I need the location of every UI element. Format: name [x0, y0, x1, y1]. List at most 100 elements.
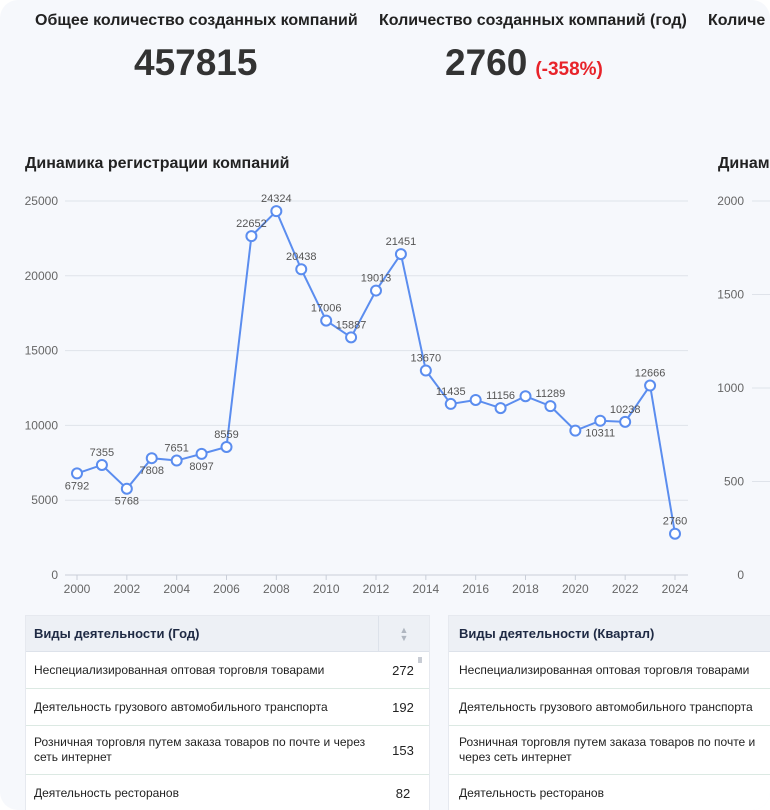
series-line — [76, 209, 676, 534]
table-row[interactable]: Розничная торговля путем заказа товаров … — [26, 726, 429, 775]
data-point — [71, 467, 83, 480]
data-label: 13670 — [411, 352, 442, 364]
x-tick-label: 2020 — [562, 582, 589, 596]
table-row[interactable]: Деятельность грузового автомобильного тр… — [449, 689, 770, 726]
data-label: 6792 — [65, 480, 89, 492]
activities-quarter-header: Виды деятельности (Квартал) — [449, 616, 770, 652]
activities-quarter-table: Виды деятельности (Квартал) Неспециализи… — [448, 615, 770, 810]
data-point — [469, 393, 482, 406]
data-label: 11156 — [486, 390, 515, 402]
table-row[interactable]: Розничная торговля путем заказа товаров … — [449, 726, 770, 775]
x-tick-label: 2010 — [313, 582, 340, 596]
data-point — [270, 205, 283, 218]
data-label: 8097 — [189, 461, 213, 473]
activity-name: Деятельность ресторанов — [459, 785, 604, 800]
data-label: 11435 — [436, 386, 466, 398]
x-tick-label: 2018 — [512, 582, 539, 596]
data-point — [444, 397, 457, 410]
data-point — [345, 331, 358, 344]
x-tick-label: 2008 — [263, 582, 290, 596]
y-tick-label: 5000 — [31, 493, 58, 507]
data-point — [370, 284, 382, 297]
table-row[interactable]: Деятельность ресторанов 82 — [26, 775, 429, 810]
right-y-tick-label: 0 — [737, 568, 744, 582]
right-y-tick-label: 1000 — [717, 381, 744, 395]
activity-name: Розничная торговля путем заказа товаров … — [459, 735, 756, 764]
right-chart-axis: 0 500 1000 1500 2000 — [717, 194, 770, 582]
activity-count: 82 — [395, 785, 411, 801]
data-point — [95, 458, 108, 471]
y-tick-label: 0 — [51, 568, 58, 582]
data-point — [320, 314, 333, 327]
data-label: 10238 — [610, 404, 641, 416]
data-label: 7355 — [90, 447, 114, 459]
x-tick-label: 2014 — [412, 582, 439, 596]
data-point — [644, 379, 657, 392]
right-y-tick-label: 2000 — [717, 194, 744, 208]
data-point — [569, 424, 582, 437]
table-row[interactable]: Деятельность ресторанов — [449, 775, 770, 810]
activity-name: Неспециализированная оптовая торговля то… — [459, 662, 750, 677]
data-label: 8559 — [214, 429, 238, 441]
right-y-tick-label: 1500 — [717, 288, 744, 302]
data-label: 7651 — [164, 443, 188, 455]
data-point — [220, 440, 233, 453]
activities-year-header-label: Виды деятельности (Год) — [34, 626, 200, 641]
data-point — [120, 482, 133, 495]
right-y-tick-label: 500 — [724, 475, 744, 489]
activities-quarter-header-label: Виды деятельности (Квартал) — [459, 626, 655, 641]
activities-year-table: Виды деятельности (Год) ▲ ▼ Неспециализир… — [25, 615, 430, 810]
data-point — [594, 414, 607, 427]
activity-name: Деятельность ресторанов — [34, 785, 179, 800]
data-point — [669, 527, 681, 540]
data-label: 5768 — [115, 496, 139, 508]
data-label: 2760 — [663, 516, 687, 528]
y-tick-label: 15000 — [25, 344, 59, 358]
x-tick-label: 2000 — [64, 582, 91, 596]
data-label: 11289 — [536, 388, 566, 400]
data-point — [245, 230, 258, 243]
activities-year-header: Виды деятельности (Год) ▲ ▼ — [26, 616, 429, 652]
x-tick-label: 2022 — [612, 582, 639, 596]
data-point — [619, 415, 632, 428]
data-label: 19013 — [361, 273, 392, 285]
registrations-line-chart: 0 5000 10000 15000 20000 25000 2000 2002 2004 200… — [25, 193, 689, 596]
data-point — [295, 263, 308, 276]
y-tick-label: 20000 — [25, 269, 59, 283]
data-point — [170, 454, 183, 467]
data-label: 10311 — [585, 428, 615, 440]
data-point — [419, 364, 432, 377]
table-row[interactable]: Деятельность грузового автомобильного тр… — [26, 689, 429, 726]
table-row[interactable]: Неспециализированная оптовая торговля то… — [26, 652, 429, 689]
data-label: 24324 — [261, 193, 292, 205]
data-label: 12666 — [635, 368, 666, 380]
data-point — [195, 447, 208, 460]
data-point — [145, 452, 158, 465]
x-tick-label: 2024 — [662, 582, 689, 596]
data-point — [394, 248, 407, 261]
activity-name: Неспециализированная оптовая торговля то… — [34, 662, 325, 677]
data-label: 17006 — [311, 303, 342, 315]
activity-name: Деятельность грузового автомобильного тр… — [459, 699, 753, 714]
data-point — [519, 390, 532, 403]
sort-arrows-icon[interactable]: ▲ ▼ — [378, 616, 429, 651]
x-tick-label: 2012 — [363, 582, 390, 596]
activity-count: 272 — [392, 662, 414, 678]
x-tick-label: 2016 — [462, 582, 489, 596]
dashboard: Общее количество созданных компаний 4578… — [0, 0, 770, 810]
data-label: 15887 — [336, 319, 367, 331]
x-tick-label: 2004 — [163, 582, 190, 596]
table-row[interactable]: Неспециализированная оптовая торговля то… — [449, 652, 770, 689]
activity-count: 192 — [392, 699, 414, 715]
x-tick-label: 2006 — [213, 582, 240, 596]
activity-name: Деятельность грузового автомобильного тр… — [34, 699, 328, 714]
activity-name: Розничная торговля путем заказа товаров … — [34, 735, 366, 764]
y-tick-label: 25000 — [25, 194, 59, 208]
data-label: 22652 — [236, 218, 267, 230]
data-label: 21451 — [386, 236, 417, 248]
table-scrollbar[interactable] — [418, 657, 422, 663]
data-point — [494, 402, 507, 415]
data-label: 20438 — [286, 251, 317, 263]
data-label: 7808 — [140, 465, 164, 477]
activity-count: 153 — [392, 742, 414, 758]
